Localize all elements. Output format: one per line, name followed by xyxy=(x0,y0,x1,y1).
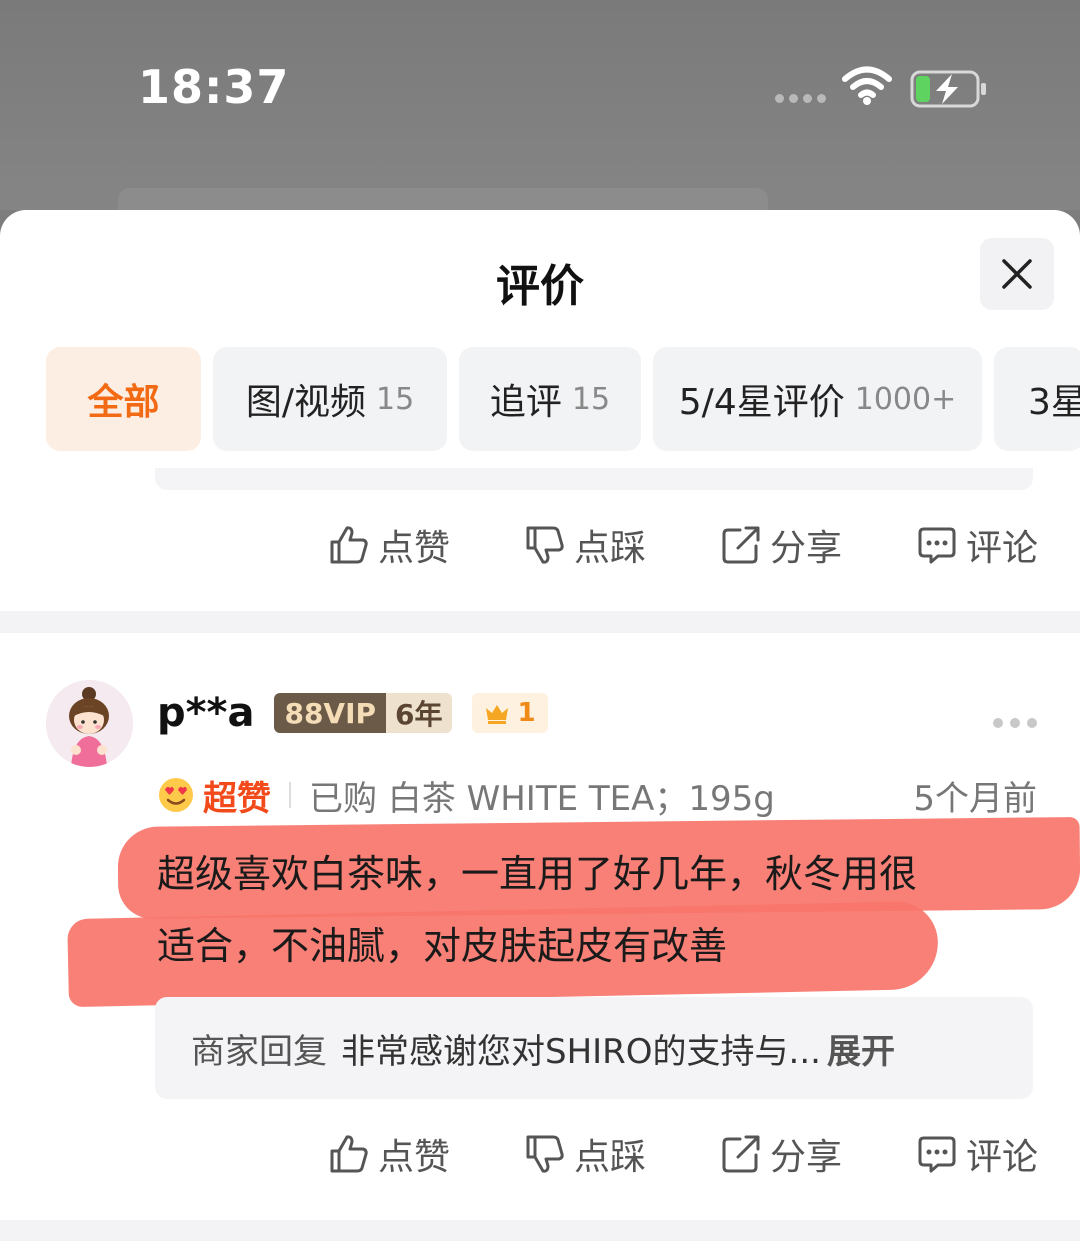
wifi-icon xyxy=(842,66,892,105)
username[interactable]: p**a xyxy=(157,690,254,736)
user-info-row: p**a 88VIP 6年 1 xyxy=(157,690,548,736)
dislike-label: 点踩 xyxy=(573,528,646,569)
comment-icon xyxy=(918,527,956,564)
filter-label: 图/视频 xyxy=(245,382,366,423)
crown-icon xyxy=(485,705,508,724)
like-label: 点赞 xyxy=(378,1137,451,1178)
vip-years: 6年 xyxy=(386,693,452,733)
thumbs-up-icon xyxy=(330,1135,368,1173)
close-icon xyxy=(1002,259,1032,289)
status-bar: 18:37 xyxy=(0,0,1080,228)
cellular-signal-icon xyxy=(775,94,826,103)
review-text: 超级喜欢白茶味，一直用了好几年，秋冬用很 适合，不油腻，对皮肤起皮有改善 xyxy=(157,838,1037,982)
dislike-button[interactable]: 点踩 xyxy=(524,519,646,571)
comment-label: 评论 xyxy=(965,528,1038,569)
merchant-reply-text: 非常感谢您对SHIRO的支持与... xyxy=(341,1031,821,1072)
filter-count: 15 xyxy=(571,381,611,417)
review-meta-row: 超赞 已购 白茶 WHITE TEA；195g 5个月前 xyxy=(157,772,1037,819)
vip-label: 88VIP xyxy=(274,693,387,733)
share-label: 分享 xyxy=(769,1137,842,1178)
comment-label: 评论 xyxy=(965,1137,1038,1178)
comment-button[interactable]: 评论 xyxy=(916,1128,1038,1180)
comment-button[interactable]: 评论 xyxy=(916,519,1038,571)
like-button[interactable]: 点赞 xyxy=(328,1128,450,1180)
filter-count: 15 xyxy=(375,381,415,417)
comment-icon xyxy=(918,1136,956,1173)
close-button[interactable] xyxy=(980,238,1054,310)
review-divider xyxy=(0,611,1080,633)
review-actions: 点赞 点踩 分享 评论 xyxy=(328,1127,1038,1181)
avatar-illustration xyxy=(46,680,133,767)
filter-all[interactable]: 全部 xyxy=(46,347,201,451)
share-icon xyxy=(722,1135,760,1173)
like-label: 点赞 xyxy=(378,528,451,569)
review-divider xyxy=(0,1220,1080,1241)
filter-media[interactable]: 图/视频 15 xyxy=(213,347,447,451)
thumbs-up-icon xyxy=(330,526,368,564)
thumbs-down-icon xyxy=(526,526,564,564)
thumbs-down-icon xyxy=(526,1135,564,1173)
dislike-button[interactable]: 点踩 xyxy=(524,1128,646,1180)
previous-merchant-reply xyxy=(155,468,1033,490)
crown-level: 1 xyxy=(517,698,536,728)
filter-count: 1000+ xyxy=(854,381,957,417)
filter-label: 3星 xyxy=(1028,382,1080,423)
sheet-title: 评价 xyxy=(496,261,584,312)
more-options-icon[interactable] xyxy=(993,718,1037,728)
review-sheet: 评价 全部 图/视频 15 追评 15 5/4星评价 1000+ 3星 点赞 点… xyxy=(0,210,1080,1241)
battery-charging-icon xyxy=(910,70,986,108)
review-time: 5个月前 xyxy=(913,778,1037,819)
share-icon xyxy=(722,526,760,564)
filter-label: 追评 xyxy=(489,382,562,423)
status-time: 18:37 xyxy=(138,60,290,114)
filter-label: 5/4星评价 xyxy=(678,382,845,423)
vip-badge: 88VIP 6年 xyxy=(274,693,452,733)
heart-eyes-emoji-icon xyxy=(159,778,193,812)
filter-label: 全部 xyxy=(87,382,160,423)
merchant-reply-label: 商家回复 xyxy=(191,1031,327,1072)
filter-followup[interactable]: 追评 15 xyxy=(459,347,641,451)
expand-link[interactable]: 展开 xyxy=(827,1024,895,1073)
meta-separator xyxy=(289,782,291,808)
previous-review-actions: 点赞 点踩 分享 评论 xyxy=(328,518,1038,572)
purchase-info: 已购 白茶 WHITE TEA；195g xyxy=(309,778,775,819)
avatar[interactable] xyxy=(46,680,133,767)
share-button[interactable]: 分享 xyxy=(720,519,842,571)
rating-label: 超赞 xyxy=(203,778,271,819)
review-text-line: 超级喜欢白茶味，一直用了好几年，秋冬用很 xyxy=(157,852,918,896)
filter-5-4-star[interactable]: 5/4星评价 1000+ xyxy=(653,347,982,451)
review-text-line: 适合，不油腻，对皮肤起皮有改善 xyxy=(157,924,728,968)
filter-3-star[interactable]: 3星 xyxy=(994,347,1080,451)
filter-tabs: 全部 图/视频 15 追评 15 5/4星评价 1000+ 3星 xyxy=(46,347,1080,451)
crown-badge: 1 xyxy=(471,693,548,733)
share-button[interactable]: 分享 xyxy=(720,1128,842,1180)
merchant-reply[interactable]: 商家回复 非常感谢您对SHIRO的支持与... 展开 xyxy=(155,997,1033,1099)
share-label: 分享 xyxy=(769,528,842,569)
dislike-label: 点踩 xyxy=(573,1137,646,1178)
like-button[interactable]: 点赞 xyxy=(328,519,450,571)
